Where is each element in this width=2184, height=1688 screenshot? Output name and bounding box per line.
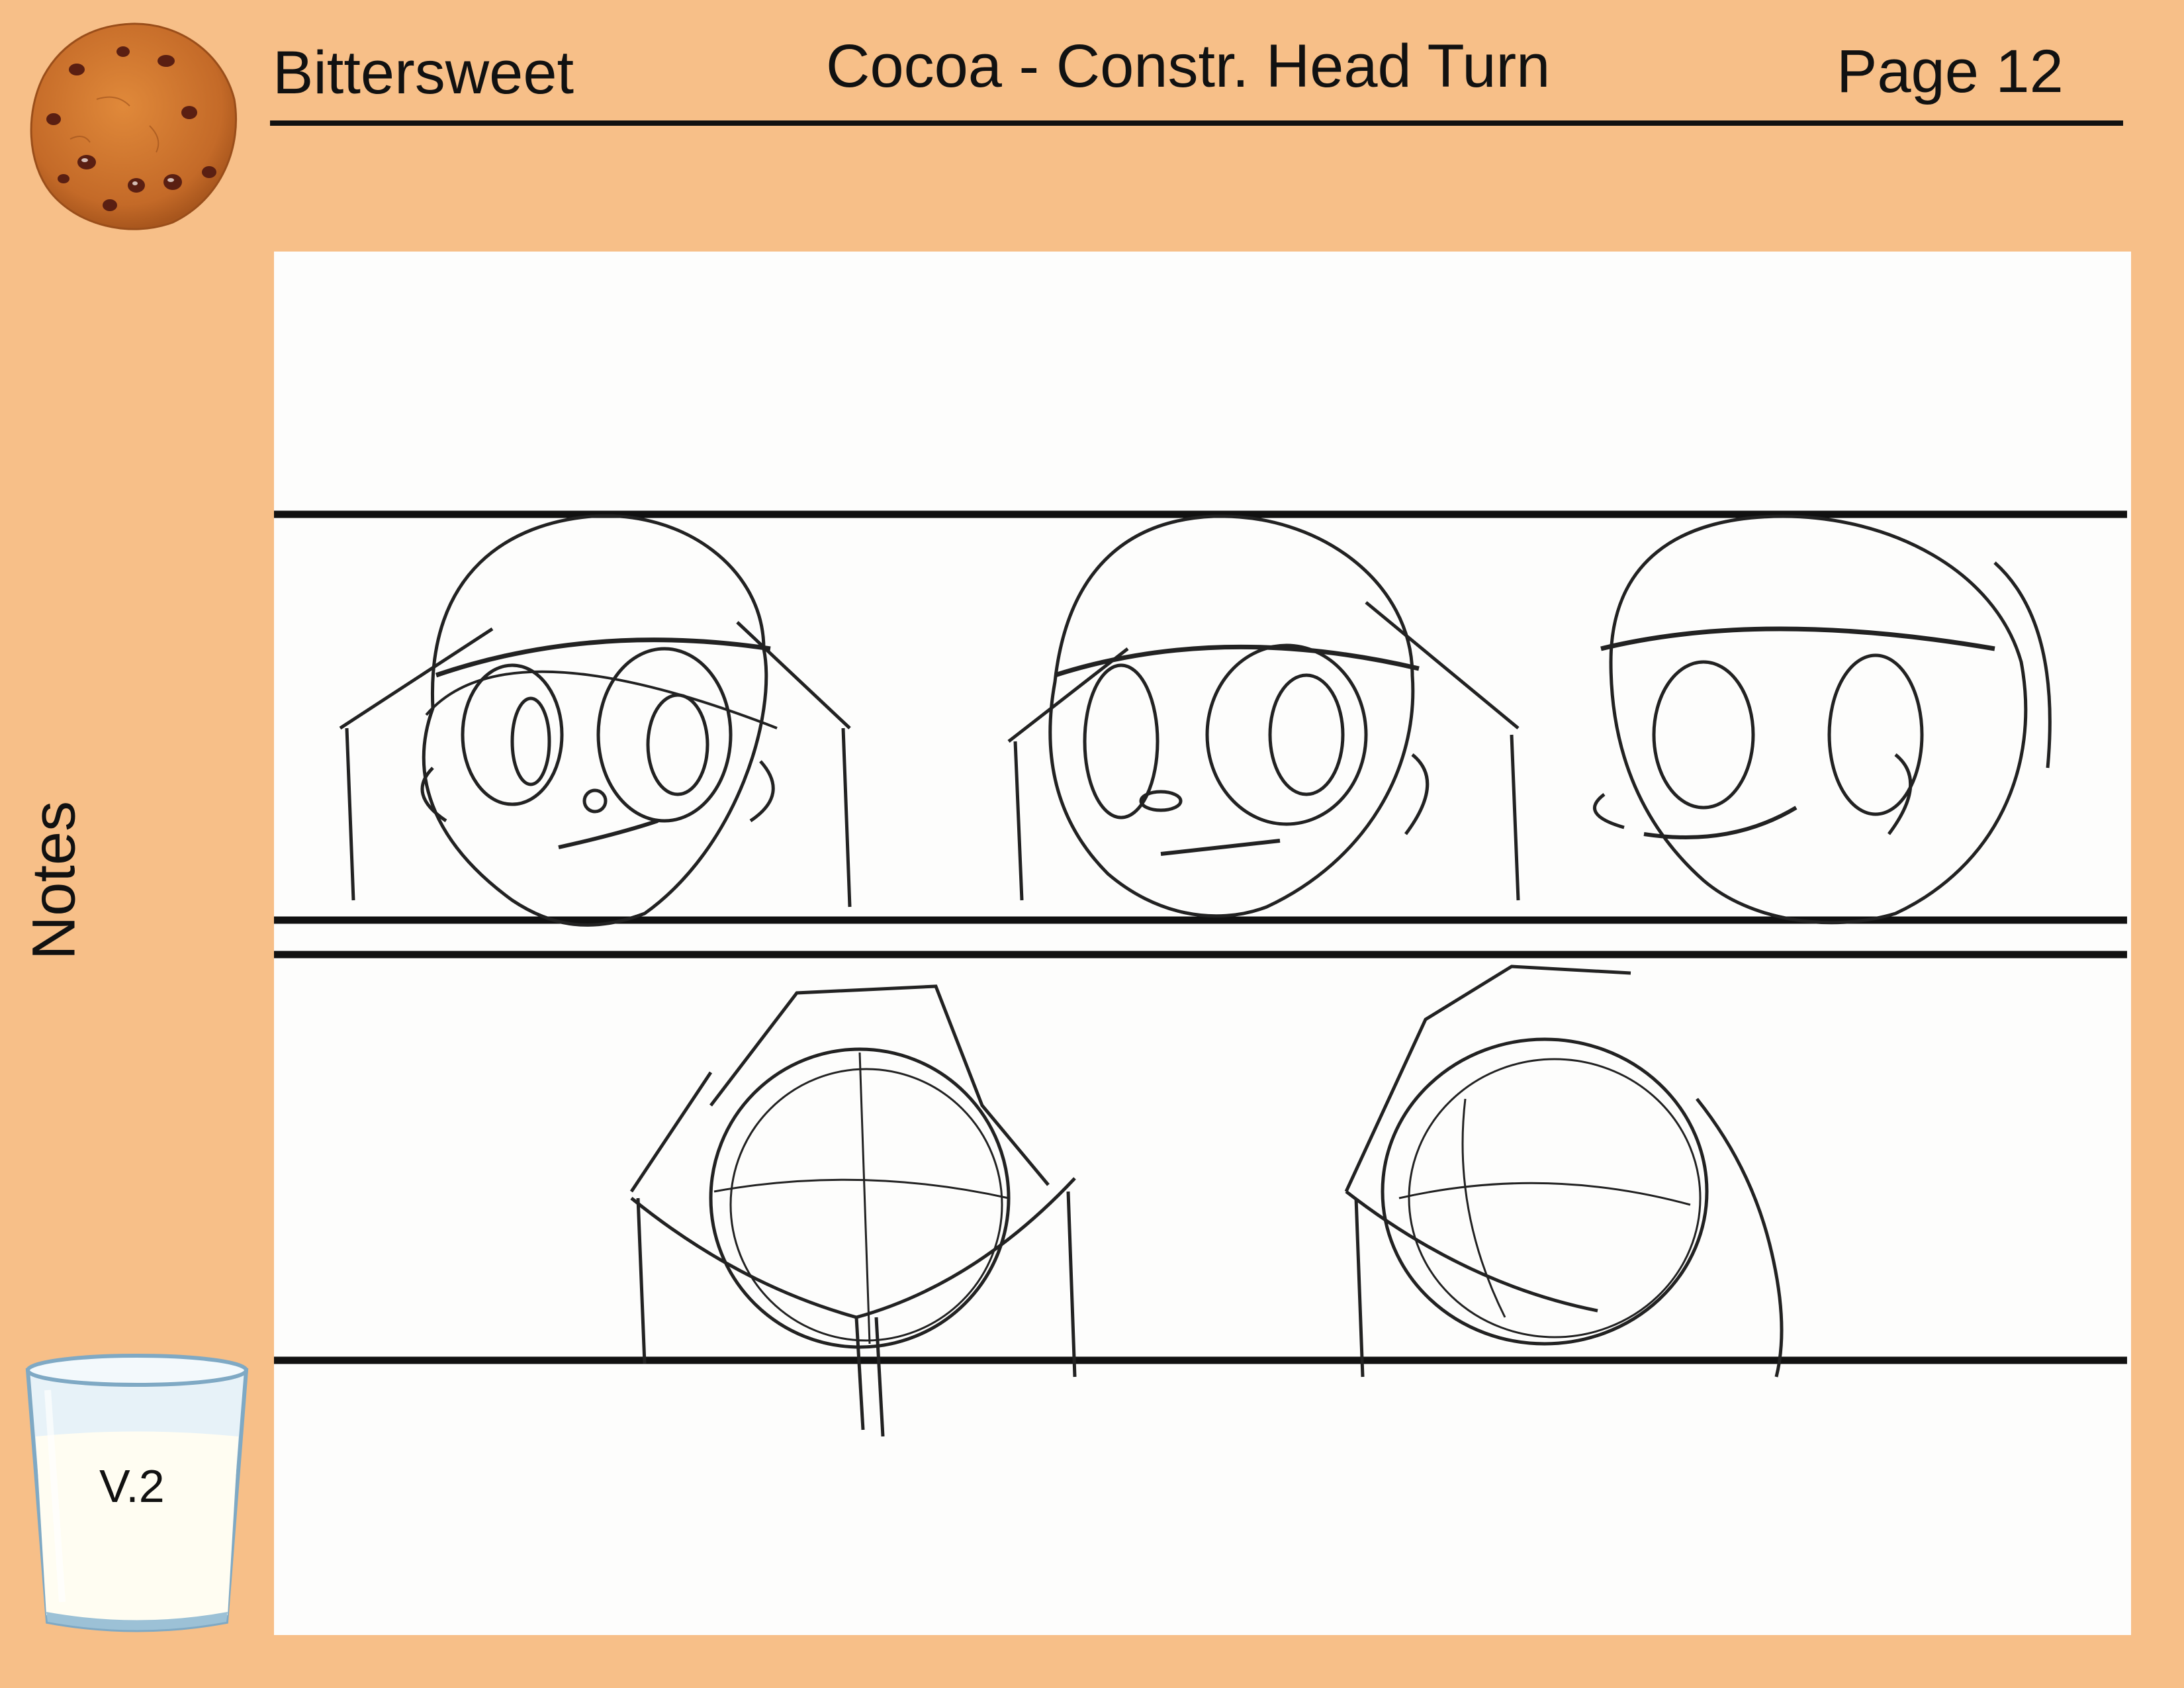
page-number: Page 12 [1837,38,2064,105]
head-three-quarter-sketch [1007,514,1520,918]
version-badge: V.2 [99,1460,165,1512]
sketch-panel [274,252,2131,1635]
chocolate-chip-cookie-icon [30,23,238,230]
construction-front-sketch [629,984,1077,1437]
sheet-title: Cocoa - Constr. Head Turn [826,32,1551,100]
notes-label: Notes [20,800,88,961]
head-turn-sketch [274,510,2127,1437]
head-front-sketch [339,514,852,927]
project-title: Bittersweet [273,39,574,107]
construction-three-quarter-sketch [1344,964,1784,1378]
header-divider [270,120,2123,126]
head-profile-sketch [1592,514,2052,925]
